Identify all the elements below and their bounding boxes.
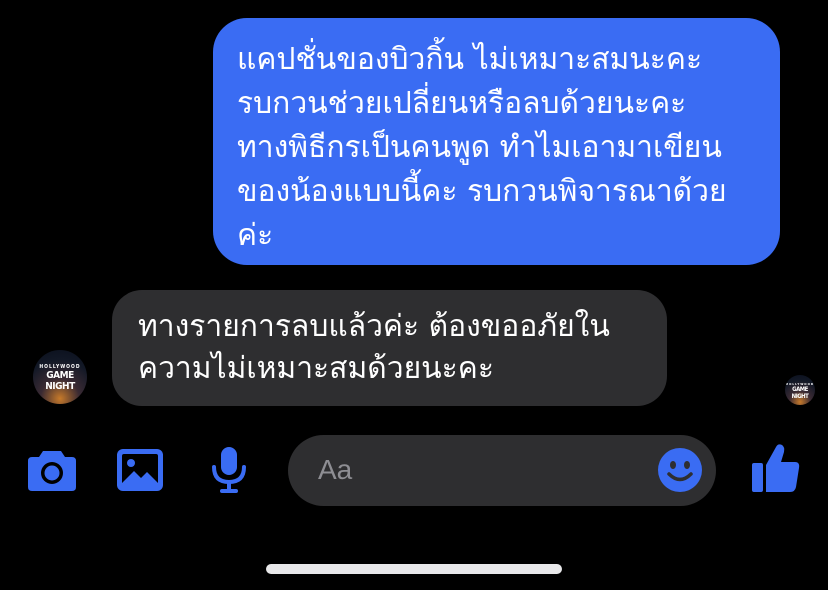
outgoing-message-bubble[interactable]: แคปชั่นของบิวกิ้น ไม่เหมาะสมนะคะ รบกวนช่… (213, 18, 780, 265)
message-line: แคปชั่นของบิวกิ้น ไม่เหมาะสมนะคะ (237, 42, 703, 77)
camera-icon[interactable] (27, 447, 77, 495)
sender-avatar[interactable]: HOLLYWOOD GAME NIGHT (33, 350, 87, 404)
message-line: ทางพิธีกรเป็นคนพูด ทำไมเอามาเขียน (237, 130, 722, 165)
message-line: ความไม่เหมาะสมด้วยนะคะ (138, 351, 494, 386)
message-line: รบกวนช่วยเปลี่ยนหรือลบด้วยนะคะ (237, 86, 687, 121)
message-line: ค่ะ (237, 218, 274, 253)
avatar-logo-text-main: GAME NIGHT (45, 370, 75, 392)
read-receipt-avatar: HOLLYWOOD GAME NIGHT (785, 375, 815, 405)
receipt-logo-text-main: GAME NIGHT (791, 386, 809, 400)
home-indicator[interactable] (266, 564, 562, 574)
gallery-icon[interactable] (117, 449, 163, 495)
incoming-message-bubble[interactable]: ทางรายการลบแล้วค่ะ ต้องขออภัยใน ความไม่เ… (112, 290, 667, 406)
message-line: ทางรายการลบแล้วค่ะ ต้องขออภัยใน (138, 309, 610, 344)
message-input-placeholder: Aa (318, 454, 353, 485)
message-input[interactable]: Aa (288, 435, 716, 506)
thumbs-up-icon[interactable] (752, 443, 800, 497)
message-line: ของน้องแบบนี้คะ รบกวนพิจารณาด้วย (237, 174, 727, 209)
microphone-icon[interactable] (211, 447, 247, 497)
emoji-icon[interactable] (657, 447, 703, 497)
